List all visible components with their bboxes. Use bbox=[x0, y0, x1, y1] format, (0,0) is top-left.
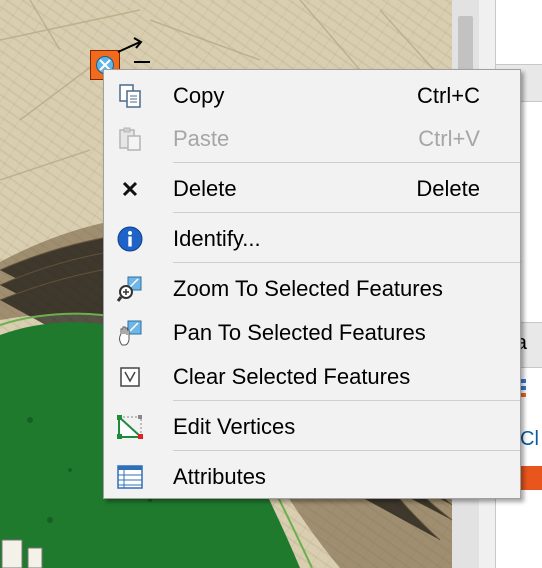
menu-item-clear-selected[interactable]: Clear Selected Features bbox=[104, 356, 520, 396]
menu-item-label: Copy bbox=[173, 83, 225, 108]
menu-item-label: Attributes bbox=[173, 464, 266, 489]
paste-icon bbox=[119, 127, 141, 151]
context-menu: Copy Ctrl+C Paste Ctrl+V Delete Delete I… bbox=[103, 69, 521, 499]
menu-item-paste[interactable]: Paste Ctrl+V bbox=[104, 118, 520, 158]
menu-item-delete[interactable]: Delete Delete bbox=[104, 168, 520, 208]
menu-item-identify[interactable]: Identify... bbox=[104, 218, 520, 258]
menu-item-copy[interactable]: Copy Ctrl+C bbox=[104, 75, 520, 115]
menu-item-label: Delete bbox=[173, 176, 237, 201]
delete-icon bbox=[122, 181, 138, 197]
panel-fragment-cl[interactable]: Cl bbox=[520, 428, 539, 451]
panel-accent-swatch bbox=[520, 466, 542, 490]
clear-selected-icon bbox=[120, 367, 140, 387]
menu-separator bbox=[173, 450, 520, 451]
zoom-to-selected-icon bbox=[116, 276, 142, 302]
panel-list-icon bbox=[520, 379, 526, 397]
pan-to-selected-icon bbox=[119, 320, 142, 346]
menu-item-label: Pan To Selected Features bbox=[173, 320, 426, 345]
menu-item-label: Edit Vertices bbox=[173, 414, 296, 439]
menu-item-label: Identify... bbox=[173, 226, 261, 251]
move-arrows-icon bbox=[117, 37, 150, 63]
menu-separator bbox=[173, 212, 520, 213]
menu-separator bbox=[173, 162, 520, 163]
menu-item-label: Zoom To Selected Features bbox=[173, 276, 443, 301]
menu-item-edit-vertices[interactable]: Edit Vertices bbox=[104, 406, 520, 446]
identify-icon bbox=[117, 226, 143, 252]
menu-item-label: Paste bbox=[173, 126, 230, 151]
edit-vertices-icon bbox=[117, 414, 144, 439]
menu-item-zoom-to-selected[interactable]: Zoom To Selected Features bbox=[104, 268, 520, 308]
menu-item-shortcut: Ctrl+C bbox=[417, 83, 480, 108]
menu-item-pan-to-selected[interactable]: Pan To Selected Features bbox=[104, 312, 520, 352]
menu-item-shortcut: Ctrl+V bbox=[418, 126, 480, 151]
attributes-icon bbox=[117, 465, 143, 489]
menu-separator bbox=[173, 262, 520, 263]
menu-item-attributes[interactable]: Attributes bbox=[104, 456, 520, 496]
menu-separator bbox=[173, 400, 520, 401]
menu-item-label: Clear Selected Features bbox=[173, 364, 411, 389]
menu-item-shortcut: Delete bbox=[416, 176, 480, 201]
copy-icon bbox=[119, 84, 141, 108]
